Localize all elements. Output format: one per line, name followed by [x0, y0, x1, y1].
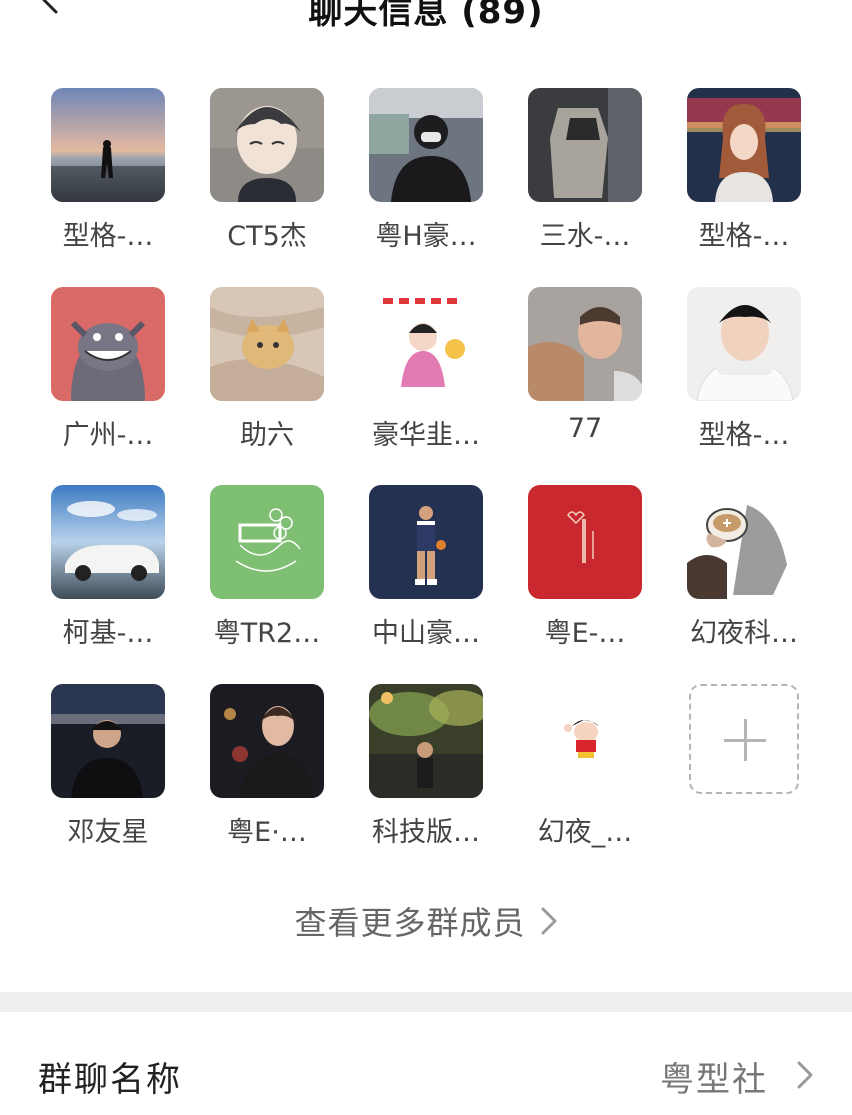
- member-name: 柯基-…: [62, 618, 154, 649]
- avatar[interactable]: [51, 684, 165, 798]
- add-member-button[interactable]: [689, 684, 799, 794]
- member-name: 中山豪…: [372, 618, 480, 649]
- avatar[interactable]: [210, 684, 324, 798]
- chevron-right-icon: [796, 1060, 814, 1094]
- group-name-value: 粤型社: [660, 1060, 768, 1100]
- avatar[interactable]: [210, 88, 324, 202]
- avatar[interactable]: [687, 485, 801, 599]
- avatar[interactable]: [528, 684, 642, 798]
- group-name-label: 群聊名称: [38, 1060, 182, 1100]
- member-name: 幻夜科…: [690, 618, 798, 649]
- member-name: 型格-…: [62, 221, 154, 252]
- avatar[interactable]: [369, 684, 483, 798]
- avatar[interactable]: [528, 287, 642, 401]
- avatar[interactable]: [369, 88, 483, 202]
- member-name: 助六: [240, 420, 294, 451]
- avatar[interactable]: [51, 485, 165, 599]
- member-name: 粤H豪…: [375, 221, 477, 252]
- member-name: 77: [567, 413, 603, 444]
- view-more-members-label: 查看更多群成员: [294, 904, 526, 942]
- avatar[interactable]: [369, 485, 483, 599]
- avatar[interactable]: [51, 88, 165, 202]
- member-name: 幻夜_…: [537, 817, 633, 848]
- view-more-members-link[interactable]: 查看更多群成员: [0, 898, 852, 944]
- member-name: 型格-…: [698, 221, 790, 252]
- member-name: CT5杰: [227, 221, 307, 252]
- avatar[interactable]: [687, 88, 801, 202]
- member-name: 科技版…: [372, 817, 480, 848]
- page-title: 聊天信息 (89): [308, 0, 544, 32]
- member-name: 豪华韭…: [372, 420, 480, 451]
- member-name: 广州-…: [62, 420, 154, 451]
- avatar[interactable]: [528, 88, 642, 202]
- member-name: 邓友星: [67, 817, 149, 848]
- avatar[interactable]: [210, 485, 324, 599]
- group-name-row[interactable]: 群聊名称 粤型社: [0, 1012, 852, 1115]
- avatar[interactable]: [51, 287, 165, 401]
- member-name: 粤E·…: [227, 817, 307, 848]
- header: 聊天信息 (89): [0, 0, 852, 32]
- chevron-right-icon: [540, 906, 558, 944]
- member-name: 粤TR2…: [213, 618, 321, 649]
- member-name: 三水-…: [539, 221, 631, 252]
- member-name: 型格-…: [698, 420, 790, 451]
- member-name: 粤E-…: [544, 618, 626, 649]
- avatar[interactable]: [210, 287, 324, 401]
- chat-info-page: 聊天信息 (89) 型格-… CT5杰 粤H豪… 三水-… 型格-… 广州-… …: [0, 0, 852, 1115]
- section-divider: [0, 992, 852, 1012]
- avatar[interactable]: [528, 485, 642, 599]
- avatar[interactable]: [687, 287, 801, 401]
- avatar[interactable]: [369, 287, 483, 401]
